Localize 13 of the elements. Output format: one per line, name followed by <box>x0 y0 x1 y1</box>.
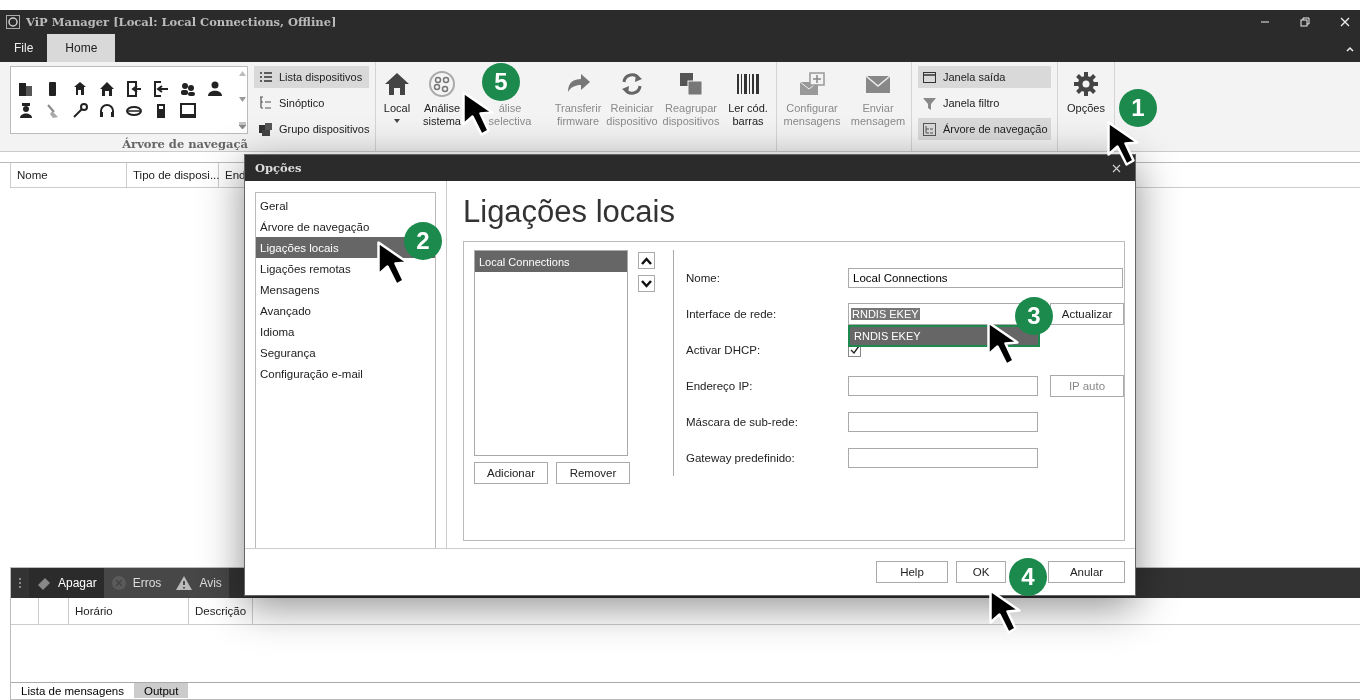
page-heading: Ligações locais <box>463 193 676 231</box>
field-label: Máscara de sub-rede: <box>686 416 799 428</box>
field-label: Nome: <box>686 272 721 284</box>
column-header: Descrição <box>189 598 254 624</box>
field-label: Activar DHCP: <box>686 344 762 356</box>
column-header: Tipo de disposi... <box>127 163 219 187</box>
column-header: Nome <box>11 163 127 187</box>
field-label: Interface de rede: <box>686 308 778 320</box>
window-title: ViP Manager [Local: Local Connections, Offline] <box>26 15 338 29</box>
field-label: Gateway predefinido: <box>686 452 796 464</box>
field-label: Endereço IP: <box>686 380 754 392</box>
column-header: Horário <box>69 598 189 624</box>
group-label: Árvore de navegaçã <box>121 136 248 151</box>
